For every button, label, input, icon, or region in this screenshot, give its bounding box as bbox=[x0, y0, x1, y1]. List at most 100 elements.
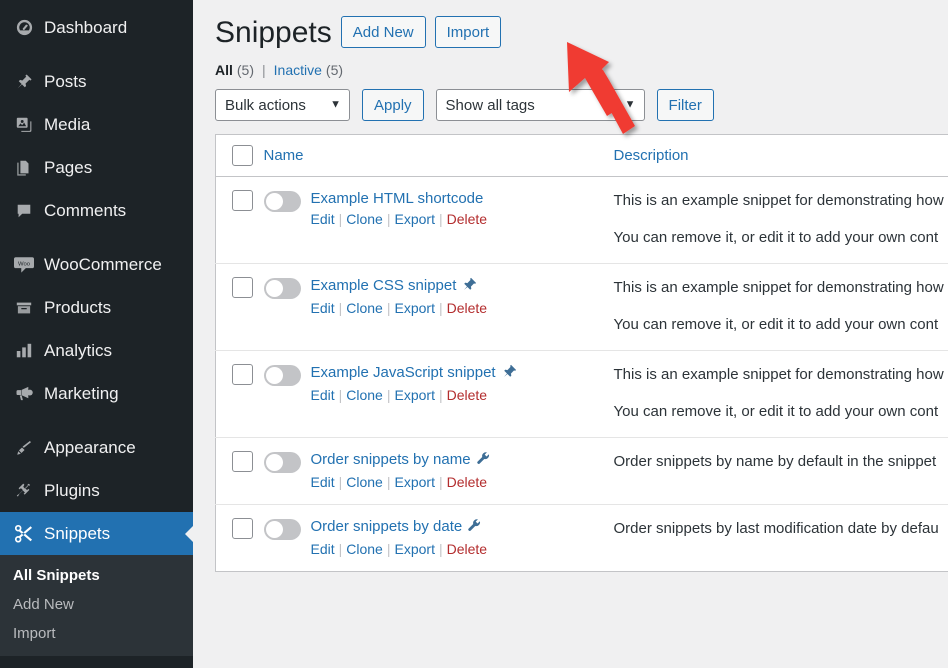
snippet-title-link[interactable]: Example JavaScript snippet bbox=[311, 364, 496, 381]
sidebar-item-analytics[interactable]: Analytics bbox=[0, 329, 193, 372]
column-header-description: Description bbox=[613, 134, 948, 177]
sidebar-divider bbox=[0, 232, 193, 243]
column-header-name[interactable]: Name bbox=[263, 134, 614, 177]
select-all-checkbox[interactable] bbox=[232, 145, 253, 166]
row-action-delete[interactable]: Delete bbox=[447, 474, 487, 490]
row-action-separator: | bbox=[338, 474, 343, 490]
row-action-edit[interactable]: Edit bbox=[311, 300, 335, 316]
snippet-title-link[interactable]: Order snippets by date bbox=[311, 518, 463, 535]
select-all-header bbox=[215, 134, 264, 177]
description-paragraph: Order snippets by name by default in the… bbox=[613, 453, 937, 470]
sidebar-item-woocommerce[interactable]: Woo WooCommerce bbox=[0, 243, 193, 286]
row-checkbox[interactable] bbox=[232, 190, 253, 211]
row-action-edit[interactable]: Edit bbox=[311, 387, 335, 403]
snippet-name-cell: Example HTML shortcode Edit | Clone | Export |… bbox=[263, 176, 614, 264]
table-navigation-top: Bulk actions ▼ Apply Show all tags ▼ Fil… bbox=[215, 89, 948, 121]
row-select-cell bbox=[215, 504, 264, 572]
sidebar-item-label: Analytics bbox=[44, 341, 113, 360]
snippet-title-link[interactable]: Example CSS snippet bbox=[311, 277, 457, 294]
row-action-edit[interactable]: Edit bbox=[311, 211, 335, 227]
snippet-title-link[interactable]: Example HTML shortcode bbox=[311, 190, 484, 207]
snippet-activate-toggle[interactable] bbox=[263, 278, 301, 299]
snippet-activate-toggle[interactable] bbox=[263, 365, 301, 386]
row-checkbox[interactable] bbox=[232, 451, 253, 472]
row-action-export[interactable]: Export bbox=[395, 300, 435, 316]
snippet-name-cell: Order snippets by date Edit | Clone | Export |… bbox=[263, 504, 614, 572]
pages-icon bbox=[9, 159, 39, 177]
apply-button[interactable]: Apply bbox=[362, 89, 424, 121]
row-action-edit[interactable]: Edit bbox=[311, 474, 335, 490]
bulk-actions-select[interactable]: Bulk actions bbox=[215, 89, 350, 121]
marketing-icon bbox=[9, 384, 39, 403]
views-filter-links: All (5) | Inactive (5) bbox=[215, 62, 948, 78]
sidebar-item-dashboard[interactable]: Dashboard bbox=[0, 6, 193, 49]
snippet-activate-toggle[interactable] bbox=[263, 191, 301, 212]
row-checkbox[interactable] bbox=[232, 518, 253, 539]
row-action-delete[interactable]: Delete bbox=[447, 541, 487, 557]
row-action-separator: | bbox=[438, 211, 443, 227]
row-action-separator: | bbox=[386, 541, 391, 557]
snippet-description-cell: This is an example snippet for demonstra… bbox=[613, 176, 948, 264]
snippet-name-cell: Example JavaScript snippet Edit | Clone | Exp… bbox=[263, 350, 614, 438]
row-action-export[interactable]: Export bbox=[395, 387, 435, 403]
snippet-description-cell: Order snippets by last modification date… bbox=[613, 504, 948, 572]
import-button[interactable]: Import bbox=[434, 16, 502, 48]
submenu-item-add-new[interactable]: Add New bbox=[0, 590, 193, 619]
submenu-item-import[interactable]: Import bbox=[0, 619, 193, 648]
row-checkbox[interactable] bbox=[232, 364, 253, 385]
sidebar-item-marketing[interactable]: Marketing bbox=[0, 372, 193, 415]
row-action-delete[interactable]: Delete bbox=[447, 387, 487, 403]
row-action-clone[interactable]: Clone bbox=[346, 211, 383, 227]
row-action-separator: | bbox=[438, 474, 443, 490]
row-checkbox[interactable] bbox=[232, 277, 253, 298]
column-header-label: Name bbox=[263, 147, 304, 164]
sidebar-item-media[interactable]: Media bbox=[0, 103, 193, 146]
row-action-clone[interactable]: Clone bbox=[346, 474, 383, 490]
snippet-activate-toggle[interactable] bbox=[263, 519, 301, 540]
view-link-inactive[interactable]: Inactive bbox=[274, 62, 322, 78]
snippet-title-link[interactable]: Order snippets by name bbox=[311, 451, 471, 468]
snippet-description-cell: This is an example snippet for demonstra… bbox=[613, 263, 948, 351]
view-count-inactive: (5) bbox=[325, 62, 344, 78]
row-actions: Edit | Clone | Export | Delete bbox=[311, 300, 488, 316]
submenu-item-all-snippets[interactable]: All Snippets bbox=[0, 561, 193, 590]
sidebar-item-label: Marketing bbox=[44, 384, 119, 403]
row-action-delete[interactable]: Delete bbox=[447, 300, 487, 316]
row-action-clone[interactable]: Clone bbox=[346, 300, 383, 316]
snippet-description-cell: This is an example snippet for demonstra… bbox=[613, 350, 948, 438]
row-action-export[interactable]: Export bbox=[395, 474, 435, 490]
woocommerce-icon: Woo bbox=[9, 256, 39, 273]
filter-button[interactable]: Filter bbox=[656, 89, 714, 121]
sidebar-item-appearance[interactable]: Appearance bbox=[0, 426, 193, 469]
description-paragraph: This is an example snippet for demonstra… bbox=[613, 192, 944, 209]
add-new-button[interactable]: Add New bbox=[340, 16, 426, 48]
wrench-icon bbox=[476, 451, 491, 470]
sidebar-item-label: WooCommerce bbox=[44, 255, 162, 274]
sidebar-item-label: Posts bbox=[44, 72, 87, 91]
wrench-icon bbox=[467, 518, 482, 537]
sidebar-item-pages[interactable]: Pages bbox=[0, 146, 193, 189]
row-action-separator: | bbox=[438, 387, 443, 403]
snippet-activate-toggle[interactable] bbox=[263, 452, 301, 473]
sidebar-item-comments[interactable]: Comments bbox=[0, 189, 193, 232]
row-action-separator: | bbox=[338, 211, 343, 227]
sidebar-item-plugins[interactable]: Plugins bbox=[0, 469, 193, 512]
row-action-export[interactable]: Export bbox=[395, 211, 435, 227]
snippet-description-cell: Order snippets by name by default in the… bbox=[613, 437, 948, 505]
description-paragraph: You can remove it, or edit it to add you… bbox=[613, 228, 939, 246]
sidebar-item-snippets[interactable]: Snippets bbox=[0, 512, 193, 555]
sidebar-item-posts[interactable]: Posts bbox=[0, 60, 193, 103]
row-action-delete[interactable]: Delete bbox=[447, 211, 487, 227]
row-action-edit[interactable]: Edit bbox=[311, 541, 335, 557]
sidebar-item-products[interactable]: Products bbox=[0, 286, 193, 329]
row-action-clone[interactable]: Clone bbox=[346, 387, 383, 403]
tags-filter-select[interactable]: Show all tags bbox=[435, 89, 645, 121]
view-link-all[interactable]: All bbox=[215, 62, 233, 78]
row-action-export[interactable]: Export bbox=[395, 541, 435, 557]
table-body: Example HTML shortcode Edit | Clone | Export |… bbox=[215, 176, 948, 572]
appearance-icon bbox=[9, 439, 39, 457]
row-action-separator: | bbox=[438, 541, 443, 557]
row-action-clone[interactable]: Clone bbox=[346, 541, 383, 557]
description-paragraph: You can remove it, or edit it to add you… bbox=[613, 402, 939, 420]
sidebar-divider bbox=[0, 415, 193, 426]
